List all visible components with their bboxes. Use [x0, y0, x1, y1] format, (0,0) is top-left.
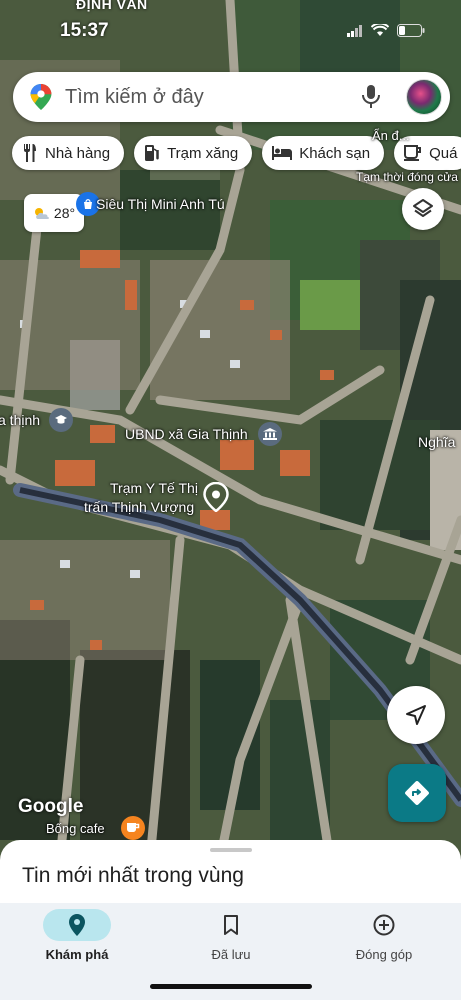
- map-label-closed-notice: Tạm thời đóng cửa: [356, 170, 458, 184]
- navigation-arrow-icon: [406, 705, 426, 725]
- government-pin-icon[interactable]: [258, 422, 282, 446]
- restaurant-icon: [24, 144, 36, 162]
- chip-label: Khách sạn: [299, 144, 371, 162]
- map-label-town-hall[interactable]: UBND xã Gia Thịnh: [125, 426, 248, 442]
- search-bar[interactable]: Tìm kiếm ở đây: [13, 72, 450, 122]
- cafe-pin-icon[interactable]: [121, 816, 145, 840]
- tab-explore[interactable]: Khám phá: [0, 903, 154, 978]
- google-logo: Google: [18, 796, 84, 817]
- microphone-icon[interactable]: [360, 84, 382, 110]
- map-label-cafe[interactable]: Bống cafe: [46, 821, 105, 836]
- avatar[interactable]: [406, 79, 442, 115]
- status-time: 15:37: [60, 20, 109, 41]
- battery-icon: [397, 24, 425, 37]
- chip-hotels[interactable]: Khách sạn: [262, 136, 385, 170]
- cafe-icon: [404, 145, 422, 161]
- layers-icon: [413, 199, 433, 217]
- map-label-clinic-line2[interactable]: trấn Thịnh Vượng: [84, 499, 194, 515]
- add-circle-icon: [373, 914, 395, 936]
- directions-icon: [405, 781, 429, 805]
- status-icons: [347, 24, 425, 37]
- map-label-village-left: a thịnh: [0, 412, 41, 428]
- weather-temp: 28°: [53, 205, 76, 221]
- chip-label: Quá: [429, 144, 458, 162]
- map-label-store[interactable]: Siêu Thị Mini Anh Tú: [96, 196, 225, 212]
- chip-label: Nhà hàng: [45, 144, 111, 162]
- bookmark-icon: [224, 915, 238, 935]
- sheet-drag-handle[interactable]: [210, 848, 252, 852]
- wifi-icon: [371, 24, 389, 36]
- gas-station-icon: [145, 145, 159, 161]
- weather-badge[interactable]: 28°: [24, 194, 84, 232]
- tab-saved-pill: [197, 909, 265, 941]
- layers-button[interactable]: [402, 188, 444, 230]
- search-input[interactable]: Tìm kiếm ở đây: [65, 86, 360, 109]
- tab-saved[interactable]: Đã lưu: [154, 903, 308, 978]
- map-label-clinic-line1[interactable]: Trạm Y Tế Thị: [110, 480, 198, 496]
- directions-button[interactable]: [388, 764, 446, 822]
- bottom-sheet[interactable]: Tin mới nhất trong vùng: [0, 840, 461, 905]
- tab-contribute[interactable]: Đóng góp: [307, 903, 461, 978]
- location-pin-icon[interactable]: [203, 482, 229, 512]
- chip-label: Trạm xăng: [167, 144, 239, 162]
- map-label-village-right: Nghĩa: [418, 434, 456, 450]
- chip-restaurants[interactable]: Nhà hàng: [12, 136, 125, 170]
- school-pin-icon[interactable]: [49, 408, 73, 432]
- signal-icon: [347, 24, 362, 37]
- tab-contribute-pill: [350, 909, 418, 941]
- explore-pin-icon: [69, 914, 85, 936]
- tab-label: Đã lưu: [211, 947, 251, 962]
- map-label-partial: Ẩn đ...: [372, 128, 410, 143]
- sheet-title: Tin mới nhất trong vùng: [22, 864, 244, 887]
- google-maps-pin-icon: [30, 84, 52, 110]
- tab-label: Đóng góp: [355, 947, 413, 962]
- my-location-button[interactable]: [387, 686, 445, 744]
- partly-cloudy-icon: [34, 208, 49, 219]
- tab-label: Khám phá: [45, 947, 109, 962]
- status-location: ĐỊNH VĂN: [76, 0, 148, 12]
- chip-gas-stations[interactable]: Trạm xăng: [134, 136, 253, 170]
- status-bar: ĐỊNH VĂN 15:37: [0, 0, 461, 46]
- tab-explore-pill: [43, 909, 111, 941]
- home-indicator[interactable]: [150, 984, 312, 989]
- hotel-icon: [272, 146, 293, 160]
